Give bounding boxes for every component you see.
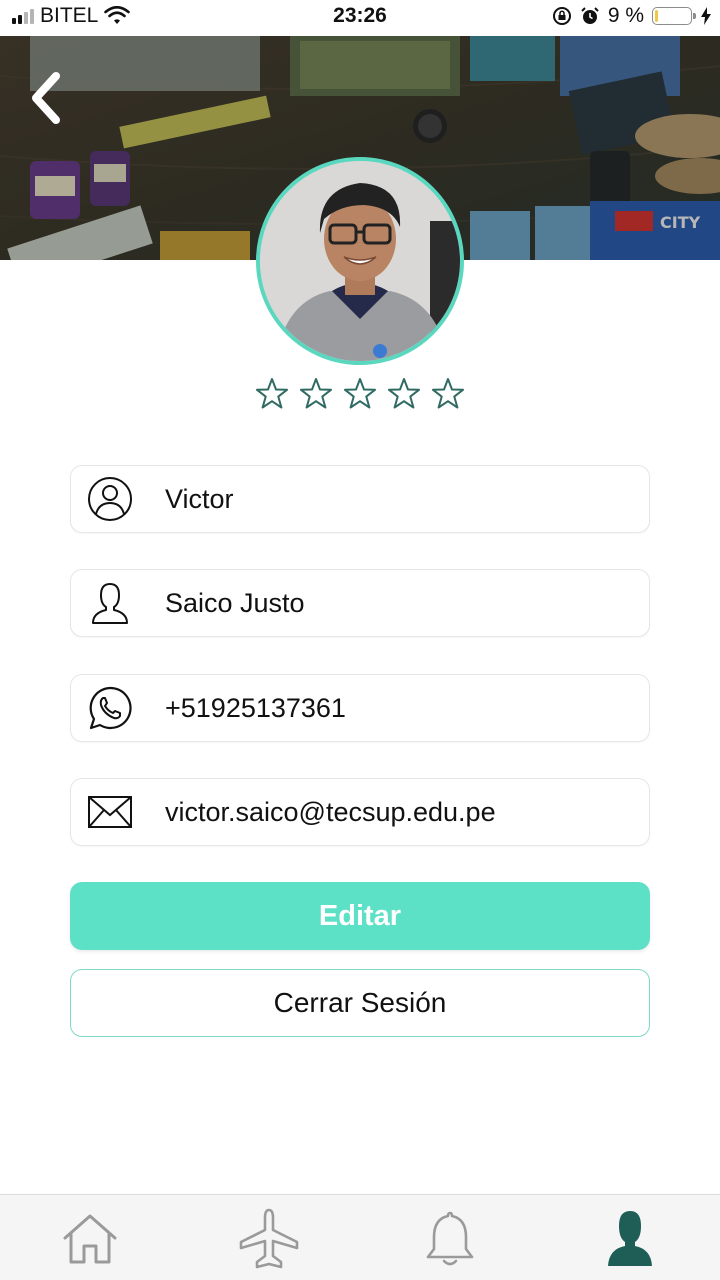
user-outline-icon: [85, 578, 135, 628]
battery-icon: [652, 7, 696, 25]
star-icon[interactable]: [342, 376, 378, 412]
profile-screen: BITEL 23:26 9 % CITY Victor Saico Justo …: [0, 0, 720, 1280]
charging-bolt-icon: [701, 7, 711, 25]
last-name-value: Saico Justo: [165, 587, 305, 618]
tab-notifications[interactable]: [418, 1207, 482, 1271]
airplane-icon: [239, 1208, 299, 1269]
star-icon[interactable]: [386, 376, 422, 412]
whatsapp-icon: [85, 683, 135, 733]
email-value: victor.saico@tecsup.edu.pe: [165, 796, 496, 827]
email-field[interactable]: victor.saico@tecsup.edu.pe: [70, 778, 650, 846]
status-right: 9 %: [552, 4, 712, 28]
bottom-tab-bar: [0, 1194, 720, 1280]
orientation-lock-icon: [552, 7, 571, 25]
chevron-left-icon: [32, 72, 60, 124]
logout-button[interactable]: Cerrar Sesión: [70, 969, 650, 1037]
home-icon: [63, 1214, 117, 1264]
user-circle-icon: [85, 474, 135, 524]
back-button[interactable]: [18, 66, 74, 130]
phone-value: +51925137361: [165, 692, 346, 723]
last-name-field[interactable]: Saico Justo: [70, 569, 650, 637]
battery-percent: 9 %: [607, 4, 644, 27]
first-name-value: Victor: [165, 483, 234, 514]
envelope-icon: [85, 787, 135, 837]
first-name-field[interactable]: Victor: [70, 465, 650, 533]
edit-button[interactable]: Editar: [70, 882, 650, 950]
star-icon[interactable]: [298, 376, 334, 412]
tab-profile[interactable]: [598, 1207, 662, 1271]
tab-home[interactable]: [58, 1207, 122, 1271]
alarm-icon: [581, 7, 599, 24]
avatar-photo: [260, 161, 460, 361]
star-icon[interactable]: [254, 376, 290, 412]
status-bar: BITEL 23:26 9 %: [0, 0, 720, 36]
rating-stars: [0, 376, 720, 412]
star-icon[interactable]: [430, 376, 466, 412]
tab-trips[interactable]: [237, 1207, 301, 1271]
avatar[interactable]: [256, 157, 464, 365]
phone-field[interactable]: +51925137361: [70, 674, 650, 742]
profile-icon: [608, 1211, 652, 1266]
bell-icon: [426, 1211, 474, 1266]
